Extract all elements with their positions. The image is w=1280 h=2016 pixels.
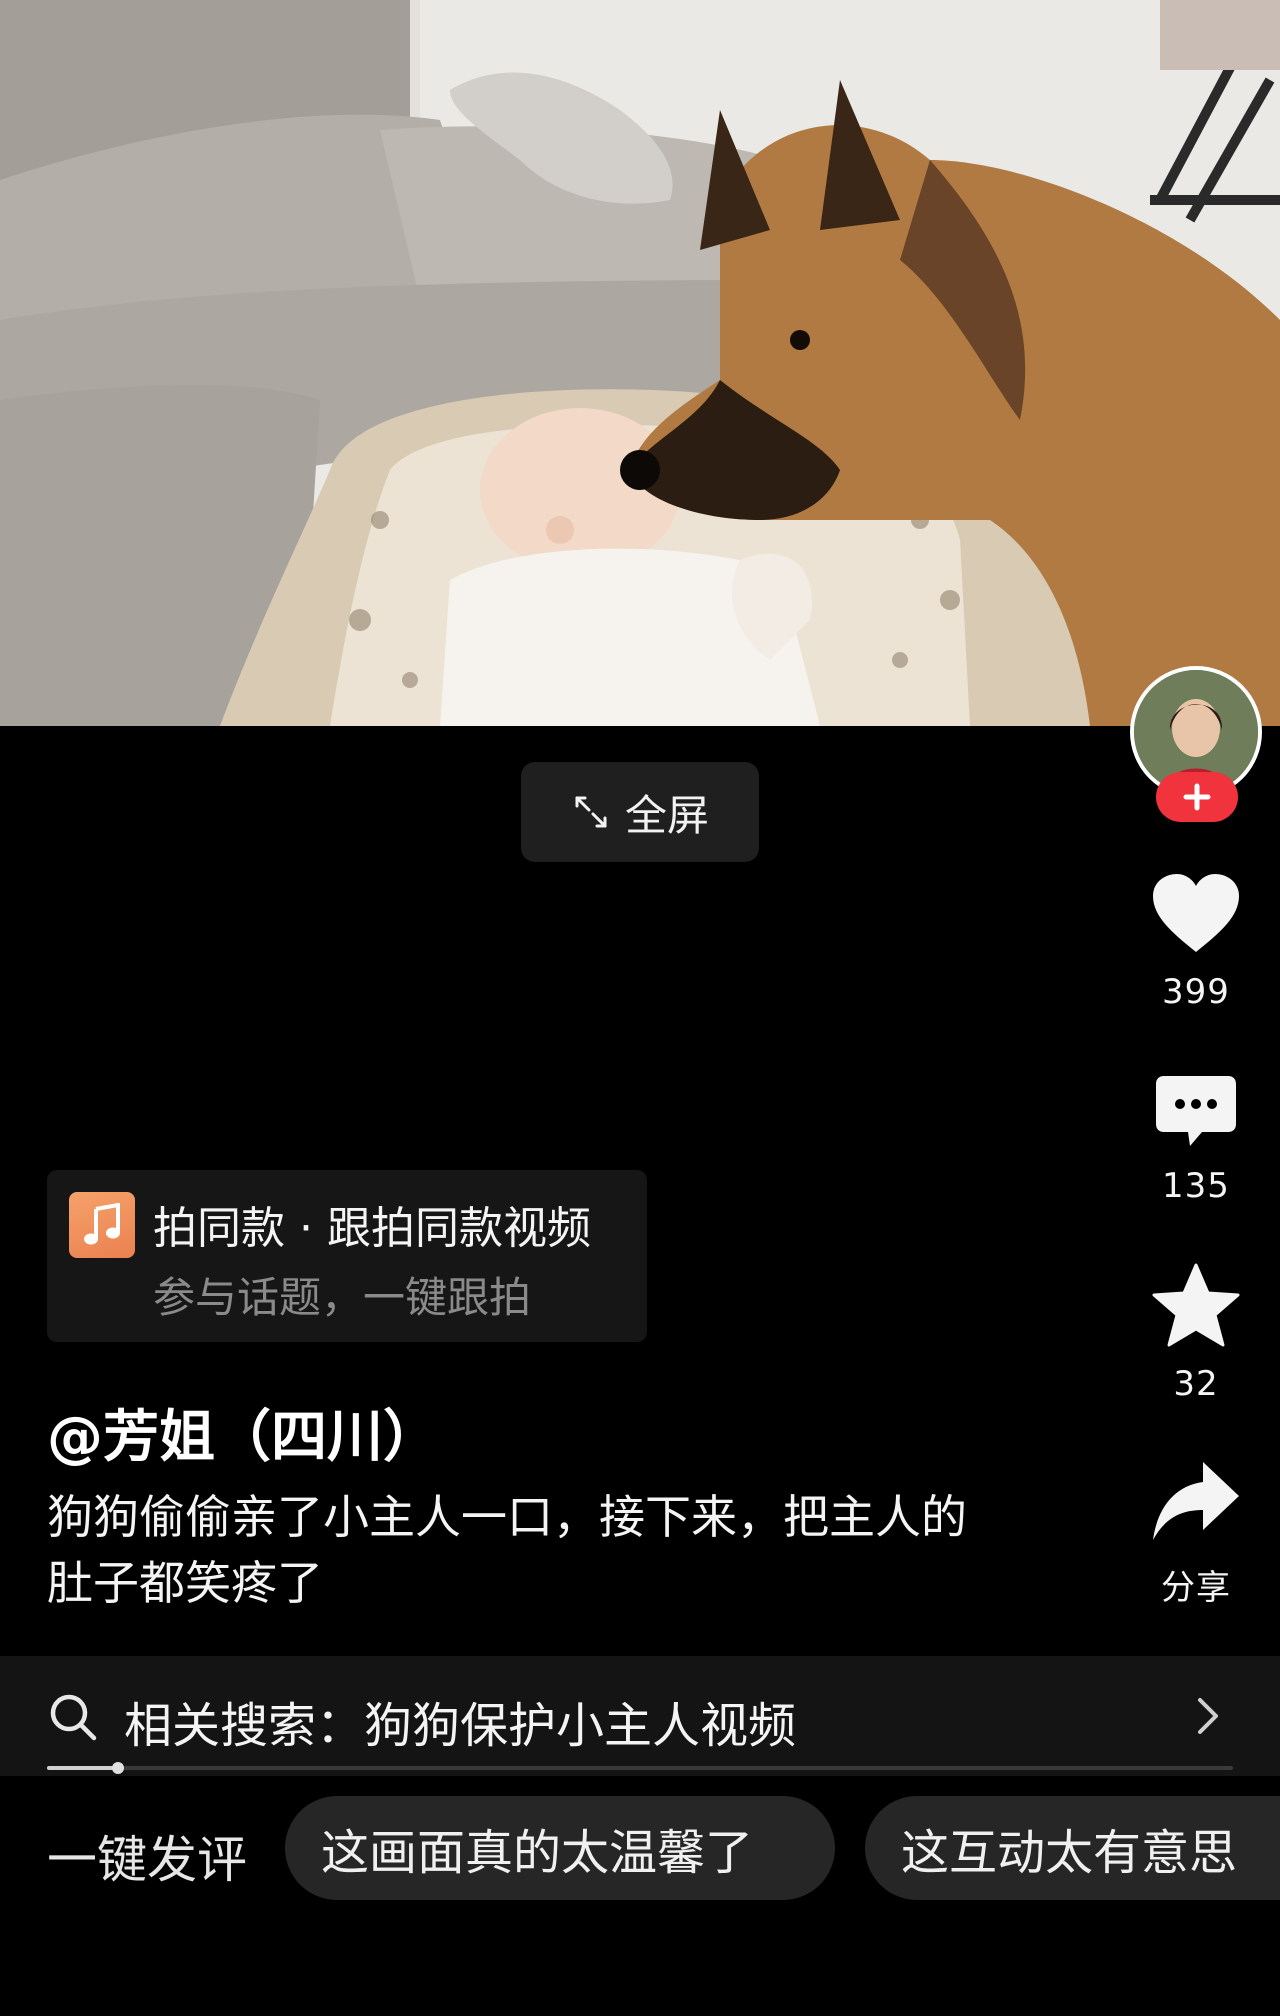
comment-bubble-icon [1156,1076,1236,1146]
video-player[interactable] [0,0,1280,726]
video-caption: 狗狗偷偷亲了小主人一口，接下来，把主人的 肚子都笑疼了 [47,1484,1077,1616]
comment-button[interactable]: 135 [1131,1074,1261,1206]
plus-icon [1183,783,1211,811]
fullscreen-button[interactable]: 全屏 [521,762,759,862]
related-search-label: 相关搜索：狗狗保护小主人视频 [124,1698,797,1754]
playback-progress-fill [47,1766,119,1770]
caption-line: 肚子都笑疼了 [47,1556,323,1610]
shoot-same-card[interactable]: 拍同款 · 跟拍同款视频 参与话题，一键跟拍 [47,1170,647,1342]
share-arrow-icon [1153,1462,1239,1540]
author-avatar-container[interactable] [1130,666,1262,826]
follow-button[interactable] [1156,772,1238,822]
expand-icon [575,796,607,828]
star-icon [1152,1263,1240,1347]
fullscreen-label: 全屏 [624,790,709,840]
favorite-button[interactable]: 32 [1131,1262,1261,1404]
quick-comment-label: 一键发评 [47,1831,247,1889]
playback-progress-bar[interactable] [47,1762,1233,1774]
quick-comment-chip[interactable]: 这画面真的太温馨了 [285,1796,835,1900]
music-note-icon [69,1192,135,1258]
caption-line: 狗狗偷偷亲了小主人一口，接下来，把主人的 [47,1490,967,1544]
shoot-same-title: 拍同款 · 跟拍同款视频 [153,1203,591,1254]
related-search-bar[interactable]: 相关搜索：狗狗保护小主人视频 [0,1656,1280,1776]
shoot-same-subtitle: 参与话题，一键跟拍 [153,1273,532,1322]
share-label: 分享 [1161,1568,1231,1608]
video-frame-illustration [0,0,1280,726]
like-button[interactable]: 399 [1131,872,1261,1012]
favorite-count: 32 [1173,1364,1219,1404]
like-count: 399 [1162,972,1230,1012]
chevron-right-icon [1198,1698,1218,1734]
comment-count: 135 [1162,1166,1230,1206]
heart-icon [1153,874,1239,952]
quick-comment-chip[interactable]: 这互动太有意思 [865,1796,1280,1900]
search-icon [50,1694,97,1741]
author-name[interactable]: @芳姐（四川） [47,1392,439,1473]
share-button[interactable]: 分享 [1131,1460,1261,1609]
